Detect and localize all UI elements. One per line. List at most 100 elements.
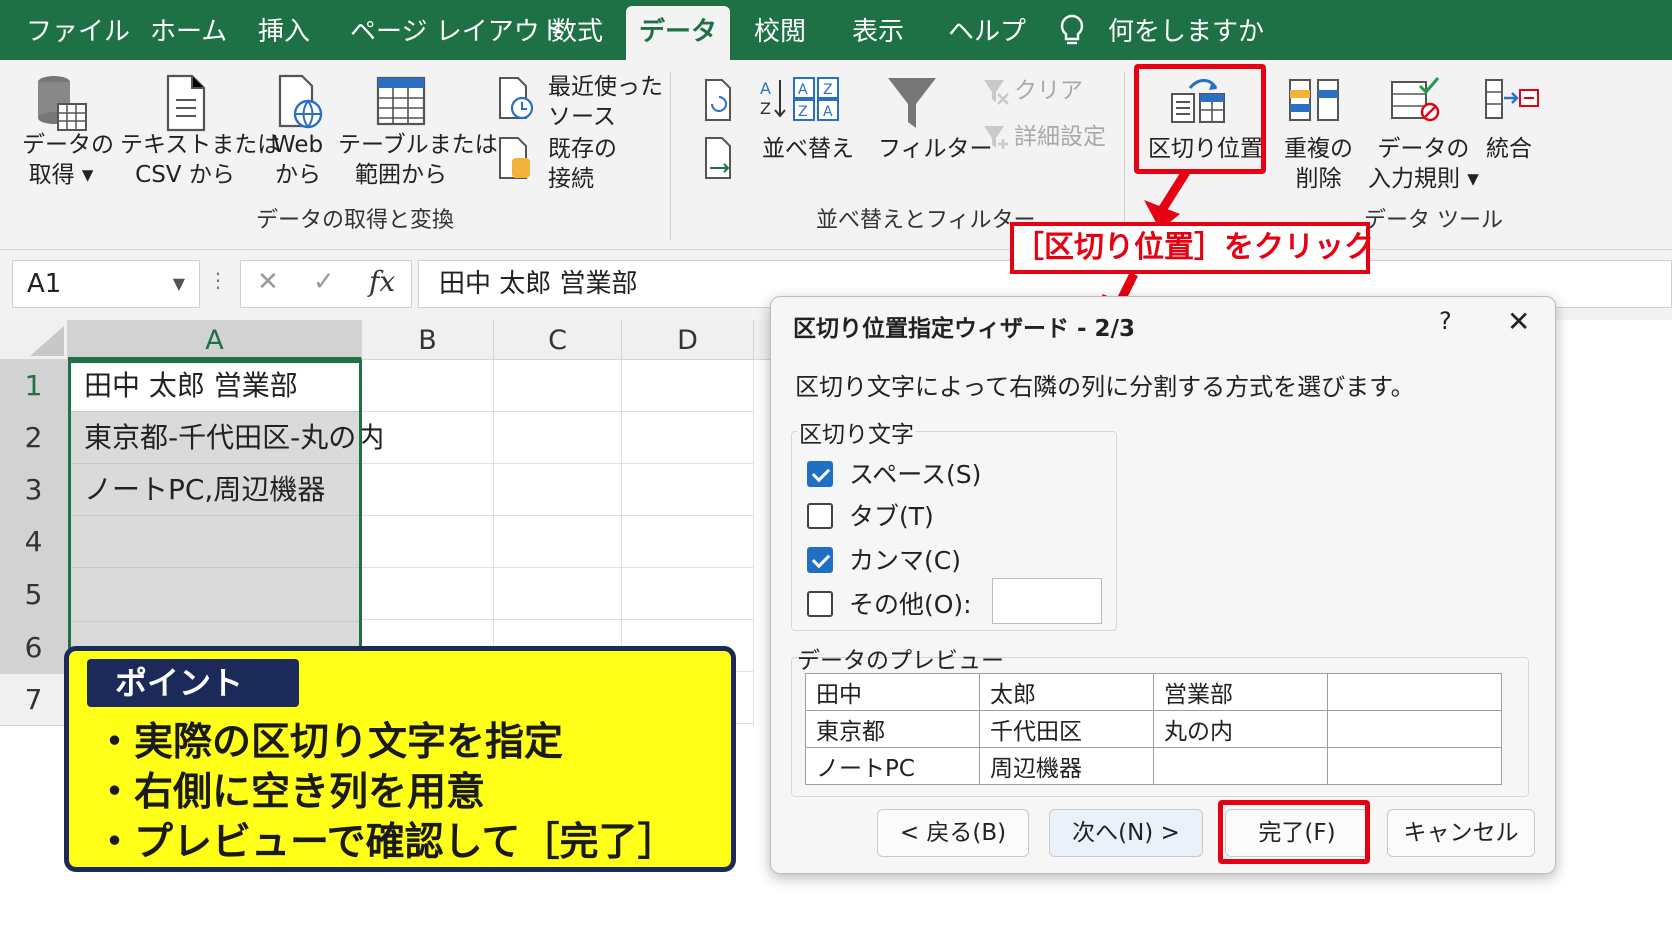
row-header-1[interactable]: 1 (0, 360, 68, 412)
insert-function-icon[interactable]: fx (369, 265, 395, 298)
sort-button[interactable]: 並べ替え (762, 134, 854, 164)
back-button[interactable]: < 戻る(B) (877, 809, 1029, 857)
filter-button[interactable]: フィルター (878, 134, 993, 164)
excel-window: ファイル ホーム 挿入 ページ レイアウト 数式 データ 校閲 表示 ヘルプ 何… (0, 0, 1672, 941)
help-icon[interactable]: ? (1439, 307, 1452, 335)
tab-data[interactable]: データ (626, 6, 730, 60)
checkbox-tab[interactable]: タブ(T) (807, 497, 934, 531)
tab-help[interactable]: ヘルプ (948, 0, 1026, 60)
callout-click-text-to-columns: ［区切り位置］をクリック (1010, 222, 1374, 274)
select-all-corner[interactable] (0, 320, 68, 360)
cell-a1[interactable]: 田中 太郎 営業部 (68, 360, 362, 412)
table-row: 田中 太郎 営業部 (805, 673, 1502, 711)
existing-connections-icon (499, 137, 530, 179)
svg-text:Z: Z (823, 82, 833, 98)
clear-button[interactable]: クリア (1014, 76, 1083, 106)
preview-label: データのプレビュー (797, 648, 1004, 674)
cancel-button[interactable]: キャンセル (1387, 809, 1535, 857)
column-header-d[interactable]: D (622, 320, 754, 360)
next-button[interactable]: 次へ(N) > (1049, 809, 1203, 857)
table-row: ノートPC 周辺機器 (805, 747, 1502, 785)
web-icon (278, 74, 323, 129)
preview-cell: 千代田区 (979, 710, 1154, 748)
checkbox-checked-icon[interactable] (807, 547, 833, 573)
tab-view[interactable]: 表示 (852, 0, 904, 60)
svg-text:A: A (798, 82, 808, 98)
recent-sources-icon (499, 77, 534, 120)
tab-page-layout[interactable]: ページ レイアウト (350, 0, 566, 60)
from-web-button[interactable]: Web から (270, 130, 326, 190)
cancel-icon[interactable]: ✕ (257, 267, 279, 297)
dialog-description: 区切り文字によって右隣の列に分割する方式を選びます。 (795, 373, 1415, 401)
clear-filter-icon (984, 80, 1009, 105)
text-file-icon (166, 74, 206, 132)
row-header-7[interactable]: 7 (0, 674, 68, 726)
database-icon (38, 76, 87, 131)
cell-a5[interactable] (68, 568, 362, 622)
advanced-button[interactable]: 詳細設定 (1014, 122, 1106, 152)
existing-connections-button[interactable]: 既存の 接続 (548, 134, 617, 194)
row-header-6[interactable]: 6 (0, 622, 68, 674)
svg-text:Z: Z (760, 99, 771, 118)
point-callout-box: ポイント ・実際の区切り文字を指定 ・右側に空き列を用意 ・プレビューで確認して… (64, 646, 736, 872)
preview-cell: 東京都 (805, 710, 980, 748)
svg-text:Z: Z (798, 104, 808, 120)
tab-insert[interactable]: 挿入 (258, 0, 310, 60)
tab-formulas[interactable]: 数式 (551, 0, 603, 60)
checkbox-space[interactable]: スペース(S) (807, 455, 981, 489)
preview-cell: 周辺機器 (979, 747, 1154, 785)
remove-duplicates-icon (1289, 79, 1339, 121)
tab-home[interactable]: ホーム (150, 0, 227, 60)
preview-cell: 営業部 (1153, 673, 1328, 711)
preview-cell: 丸の内 (1153, 710, 1328, 748)
cell-a2[interactable]: 東京都-千代田区-丸の内 (68, 412, 384, 464)
highlight-finish-button (1218, 800, 1370, 864)
tab-file[interactable]: ファイル (26, 0, 130, 60)
name-box[interactable]: A1 ▼ (12, 260, 200, 308)
checkbox-unchecked-icon[interactable] (807, 503, 833, 529)
text-to-columns-wizard-dialog: 区切り位置指定ウィザード - 2/3 ? ✕ 区切り文字によって右隣の列に分割す… (770, 296, 1556, 874)
recent-sources-button[interactable]: 最近使った ソース (548, 72, 663, 132)
column-header-b[interactable]: B (362, 320, 494, 360)
column-header-c[interactable]: C (494, 320, 622, 360)
enter-icon[interactable]: ✓ (313, 267, 335, 297)
cell-a4[interactable] (68, 516, 362, 568)
consolidate-button[interactable]: 統合 (1486, 134, 1532, 164)
remove-duplicates-button[interactable]: 重複の 削除 (1284, 134, 1353, 194)
cell-a3[interactable]: ノートPC,周辺機器 (68, 464, 362, 516)
preview-cell: 太郎 (979, 673, 1154, 711)
other-delimiter-input[interactable] (992, 578, 1102, 624)
more-options-icon: ⋮ (208, 268, 228, 292)
close-icon[interactable]: ✕ (1507, 305, 1530, 338)
get-data-button[interactable]: データの 取得 ▾ (22, 130, 114, 190)
consolidate-icon (1485, 79, 1539, 119)
advanced-filter-icon (984, 126, 1008, 149)
row-header-5[interactable]: 5 (0, 568, 68, 622)
tab-review[interactable]: 校閲 (754, 0, 806, 60)
data-validation-button[interactable]: データの 入力規則 ▾ (1368, 134, 1479, 194)
preview-cell (1327, 673, 1502, 711)
lightbulb-icon (1060, 14, 1084, 45)
highlight-text-to-columns (1134, 64, 1266, 174)
tell-me-search[interactable]: 何をしますか (1108, 0, 1264, 60)
checkbox-checked-icon[interactable] (807, 461, 833, 487)
from-table-range-button[interactable]: テーブルまたは 範囲から (338, 130, 498, 190)
svg-text:A: A (760, 79, 771, 98)
checkbox-comma[interactable]: カンマ(C) (807, 541, 961, 575)
checkbox-unchecked-icon[interactable] (807, 591, 833, 617)
row-header-4[interactable]: 4 (0, 516, 68, 568)
column-header-a[interactable]: A (68, 320, 362, 360)
group-separator (670, 72, 671, 240)
chevron-down-icon: ▼ (172, 274, 185, 293)
point-line: ・プレビューで確認して［完了］ (95, 820, 677, 865)
group-label-sort-filter: 並べ替えとフィルター (816, 208, 1036, 233)
preview-cell: ノートPC (805, 747, 980, 785)
grid-line (753, 360, 754, 726)
checkbox-other[interactable]: その他(O): (807, 585, 972, 619)
data-validation-icon (1391, 77, 1440, 122)
ribbon-tab-bar: ファイル ホーム 挿入 ページ レイアウト 数式 データ 校閲 表示 ヘルプ 何… (0, 0, 1672, 60)
from-text-csv-button[interactable]: テキストまたは CSV から (120, 130, 280, 190)
row-header-3[interactable]: 3 (0, 464, 68, 516)
group-label-get-transform: データの取得と変換 (256, 208, 455, 233)
row-header-2[interactable]: 2 (0, 412, 68, 464)
